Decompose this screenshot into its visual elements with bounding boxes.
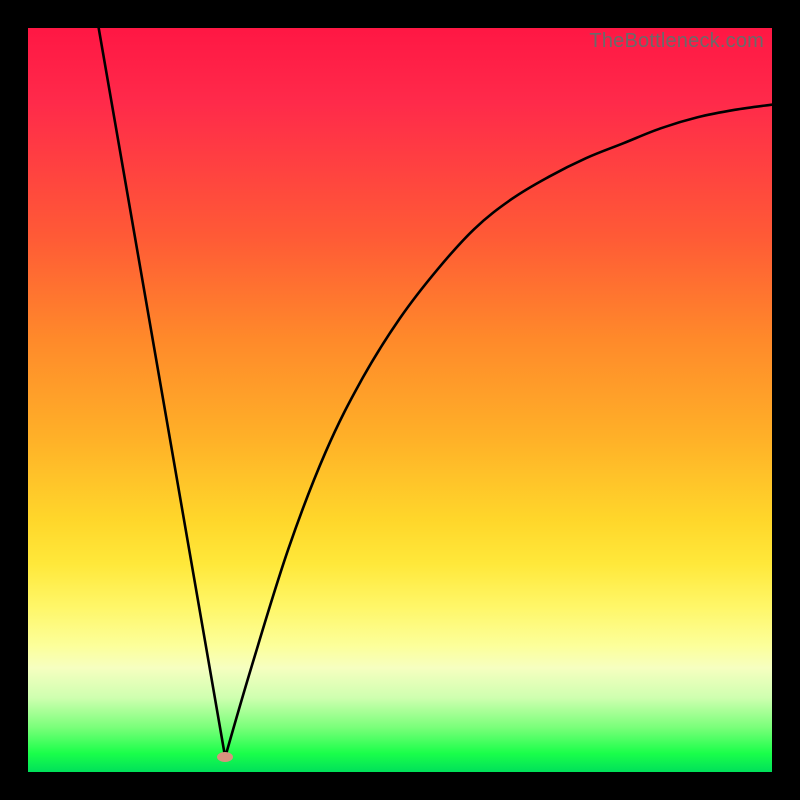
plot-area: TheBottleneck.com (28, 28, 772, 772)
minimum-marker (217, 752, 233, 762)
attribution-label: TheBottleneck.com (589, 30, 764, 53)
curve-path (99, 28, 772, 757)
bottleneck-curve (28, 28, 772, 772)
chart-frame: TheBottleneck.com (0, 0, 800, 800)
